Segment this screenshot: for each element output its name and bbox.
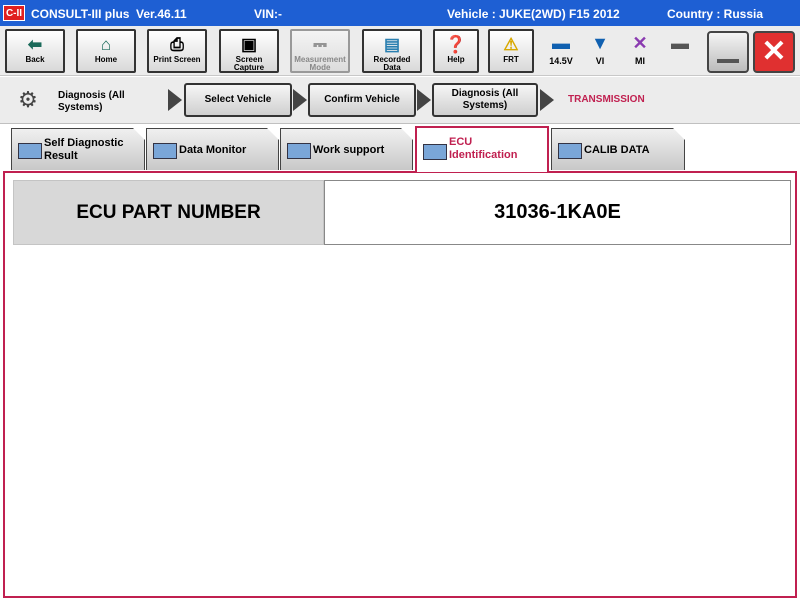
close-button[interactable]: ✕ bbox=[753, 31, 795, 73]
tab-ecu-identification-label: ECU Identification bbox=[449, 136, 517, 162]
breadcrumb-current: TRANSMISSION bbox=[568, 94, 645, 105]
diagnosis-all-systems-button[interactable]: Diagnosis (All Systems) bbox=[432, 83, 538, 117]
battery-status: ▬ bbox=[660, 30, 700, 72]
tab-bar: Self Diagnostic Result Data Monitor Work… bbox=[0, 124, 800, 172]
measurement-mode-label-2: Mode bbox=[309, 63, 331, 72]
tab-data-monitor[interactable]: Data Monitor bbox=[146, 128, 279, 170]
tab-corner bbox=[401, 128, 413, 140]
app-logo: C-II bbox=[3, 5, 25, 21]
help-button[interactable]: ❓ Help bbox=[433, 29, 479, 73]
diagnosis-all-label-1: Diagnosis (All bbox=[451, 88, 519, 99]
app-version: Ver.46.11 bbox=[136, 7, 187, 21]
diagnosis-header: Diagnosis (All Systems) bbox=[58, 90, 125, 114]
screen-capture-button[interactable]: ▣ Screen Capture bbox=[219, 29, 279, 73]
battery-icon: ▬ bbox=[671, 33, 689, 53]
warning-icon: ⚠ bbox=[503, 35, 519, 54]
signal-icon: ▼ bbox=[591, 33, 609, 53]
frt-label: FRT bbox=[503, 55, 519, 64]
recorded-data-icon: ▤ bbox=[383, 35, 401, 54]
vi-status: ▼ VI bbox=[580, 30, 620, 72]
tab-self-diagnostic-label: Self Diagnostic Result bbox=[44, 137, 123, 163]
tab-self-diagnostic-line-2: Result bbox=[44, 150, 78, 162]
back-button[interactable]: ⬅ Back bbox=[5, 29, 65, 73]
home-button[interactable]: ⌂ Home bbox=[76, 29, 136, 73]
app-name: CONSULT-III plus bbox=[31, 7, 130, 21]
tab-ecu-identification-line-1: ECU bbox=[449, 136, 473, 148]
printer-icon: ⎙ bbox=[170, 35, 184, 54]
ecu-part-number-label: ECU PART NUMBER bbox=[13, 180, 324, 245]
confirm-vehicle-button[interactable]: Confirm Vehicle bbox=[308, 83, 416, 117]
breadcrumb-arrow-icon bbox=[540, 89, 554, 111]
ecu-part-number-row: ECU PART NUMBER 31036-1KA0E bbox=[13, 180, 791, 245]
recorded-data-label-2: Data bbox=[383, 63, 401, 72]
tab-corner bbox=[267, 128, 279, 140]
mi-label: MI bbox=[635, 56, 645, 66]
breadcrumb: ⚙ Diagnosis (All Systems) Select Vehicle… bbox=[0, 77, 800, 124]
mi-disconnected-icon: ✕ bbox=[632, 33, 648, 53]
diagnosis-icon: ⚙ bbox=[18, 87, 38, 112]
tab-work-support[interactable]: Work support bbox=[280, 128, 413, 170]
recorded-data-button[interactable]: ▤ Recorded Data bbox=[362, 29, 422, 73]
mi-status: ✕ MI bbox=[620, 30, 660, 72]
main-panel: ECU PART NUMBER 31036-1KA0E bbox=[3, 171, 797, 598]
confirm-vehicle-label: Confirm Vehicle bbox=[324, 94, 400, 105]
tab-ecu-identification-line-2: Identification bbox=[449, 149, 518, 161]
tab-calib-data-label: CALIB DATA bbox=[584, 144, 650, 156]
tab-corner bbox=[673, 128, 685, 140]
select-vehicle-label: Select Vehicle bbox=[204, 94, 272, 105]
tab-corner bbox=[133, 128, 145, 140]
home-label: Home bbox=[94, 55, 118, 64]
data-monitor-icon bbox=[153, 143, 177, 159]
camera-icon: ▣ bbox=[240, 35, 258, 54]
breadcrumb-arrow-icon bbox=[293, 89, 307, 111]
help-icon: ❓ bbox=[445, 35, 467, 54]
battery-voltage-status: ▬ 14.5V bbox=[541, 30, 581, 72]
vehicle-info: Vehicle : JUKE(2WD) F15 2012 bbox=[447, 7, 620, 21]
diagnosis-all-label-2: Systems) bbox=[462, 100, 508, 111]
ecu-identification-icon bbox=[423, 144, 447, 160]
country-info: Country : Russia bbox=[667, 7, 764, 21]
tab-work-support-label: Work support bbox=[313, 144, 385, 156]
ecu-part-number-value: 31036-1KA0E bbox=[324, 180, 791, 245]
tab-self-diagnostic-line-1: Self Diagnostic bbox=[44, 137, 124, 149]
toolbar: ⬅ Back ⌂ Home ⎙ Print Screen ▣ Screen Ca… bbox=[0, 26, 800, 76]
diagnosis-header-line-1: Diagnosis (All bbox=[58, 90, 125, 101]
help-label: Help bbox=[447, 55, 465, 64]
breadcrumb-arrow-icon bbox=[168, 89, 182, 111]
tab-self-diagnostic-result[interactable]: Self Diagnostic Result bbox=[11, 128, 145, 170]
breadcrumb-arrow-icon bbox=[417, 89, 431, 111]
voltage-value: 14.5V bbox=[549, 56, 573, 66]
minimize-icon bbox=[717, 59, 739, 63]
vin-label: VIN:- bbox=[254, 7, 282, 21]
frt-button[interactable]: ⚠ FRT bbox=[488, 29, 534, 73]
tab-calib-data[interactable]: CALIB DATA bbox=[551, 128, 685, 170]
screen-capture-label-2: Capture bbox=[233, 63, 265, 72]
diagnosis-header-line-2: Systems) bbox=[58, 102, 103, 113]
self-diagnostic-icon bbox=[18, 143, 42, 159]
minimize-button[interactable] bbox=[707, 31, 749, 73]
measurement-mode-button[interactable]: ⎓ Measurement Mode bbox=[290, 29, 350, 73]
print-screen-label: Print Screen bbox=[153, 55, 201, 64]
vi-label: VI bbox=[595, 56, 605, 66]
back-arrow-icon: ⬅ bbox=[27, 35, 43, 54]
select-vehicle-button[interactable]: Select Vehicle bbox=[184, 83, 292, 117]
tab-ecu-identification[interactable]: ECU Identification bbox=[415, 126, 549, 172]
home-icon: ⌂ bbox=[100, 35, 112, 54]
measurement-icon: ⎓ bbox=[313, 35, 327, 54]
close-icon: ✕ bbox=[761, 35, 787, 68]
tab-data-monitor-label: Data Monitor bbox=[179, 144, 247, 156]
work-support-icon bbox=[287, 143, 311, 159]
car-icon: ▬ bbox=[552, 33, 570, 53]
calib-data-icon bbox=[558, 143, 582, 159]
back-label: Back bbox=[25, 55, 45, 64]
title-bar: C-II CONSULT-III plus Ver.46.11 VIN:- Ve… bbox=[0, 0, 800, 26]
print-screen-button[interactable]: ⎙ Print Screen bbox=[147, 29, 207, 73]
